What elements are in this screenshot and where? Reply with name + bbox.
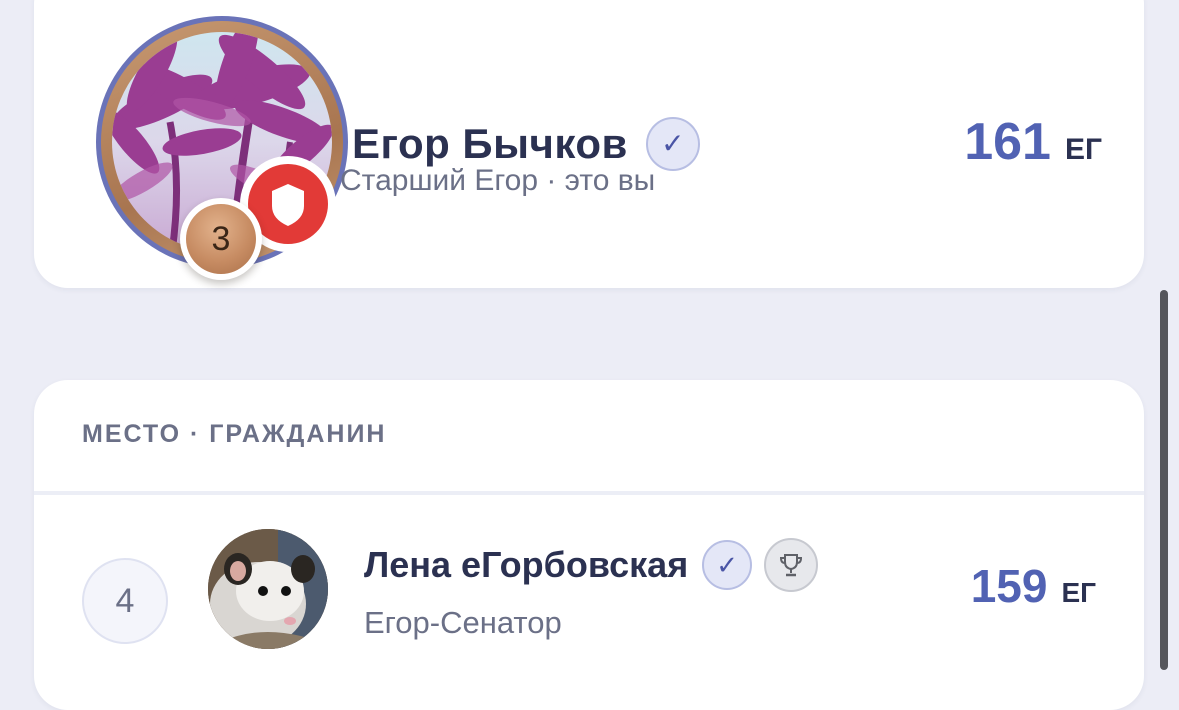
- score-unit: ЕГ: [1061, 577, 1096, 608]
- row-score: 159 ЕГ: [971, 559, 1096, 613]
- rank-badge: 3: [180, 198, 262, 280]
- verified-icon: ✓: [645, 117, 700, 171]
- current-user-score: 161 ЕГ: [964, 112, 1102, 172]
- score-value: 159: [970, 560, 1048, 612]
- row-subtitle: Егор-Сенатор: [364, 605, 562, 640]
- verified-icon: ✓: [702, 540, 753, 590]
- scrollbar[interactable]: [1160, 290, 1168, 670]
- score-unit: ЕГ: [1064, 133, 1102, 166]
- current-user-card[interactable]: 3 Егор Бычков ✓ Старший Егор · это вы 16…: [34, 0, 1144, 288]
- current-user-subtitle: Старший Егор · это вы: [340, 164, 656, 197]
- leaderboard-card: МЕСТО · ГРАЖДАНИН 4 Лена еГорбовская ✓ Е…: [34, 380, 1144, 710]
- row-name-line: Лена еГорбовская ✓: [364, 537, 819, 593]
- score-value: 161: [964, 113, 1051, 171]
- current-user-name: Егор Бычков: [352, 120, 628, 167]
- opossum-photo: [208, 529, 328, 649]
- row-rank: 4: [82, 558, 168, 644]
- rank-number: 3: [186, 204, 256, 274]
- trophy-icon: [764, 538, 819, 592]
- leaderboard-row[interactable]: 4 Лена еГорбовская ✓ Егор-Сенатор 159 ЕГ: [34, 495, 1144, 695]
- leaderboard-header: МЕСТО · ГРАЖДАНИН: [82, 420, 387, 448]
- row-name: Лена еГорбовская: [364, 544, 689, 585]
- current-user-avatar[interactable]: 3: [96, 16, 348, 280]
